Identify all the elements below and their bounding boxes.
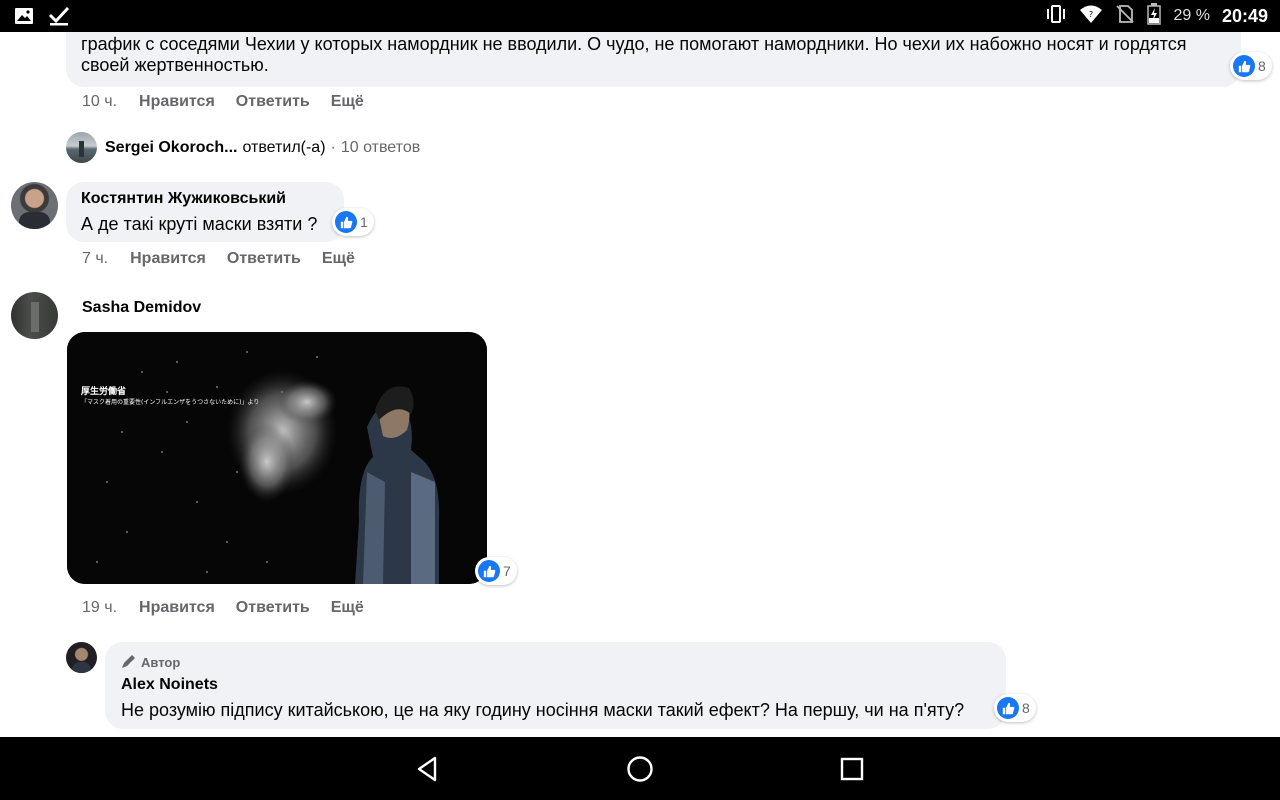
media-artwork — [67, 332, 487, 584]
reaction-count: 8 — [1022, 700, 1030, 716]
reaction-badge[interactable]: 8 — [1230, 52, 1272, 80]
comment-time[interactable]: 7 ч. — [82, 250, 108, 268]
back-icon[interactable] — [410, 751, 446, 787]
comment-media-image[interactable]: 厚生労働省 「マスク着用の重要性(インフルエンザをうつさないために)」より — [67, 332, 487, 584]
recents-icon[interactable] — [834, 751, 870, 787]
status-bar: ? 29 % 20:49 — [0, 0, 1280, 32]
comment-bubble[interactable]: график с соседями Чехии у которых наморд… — [66, 32, 1241, 87]
comment-time[interactable]: 10 ч. — [82, 93, 117, 111]
comment-text: график с соседями Чехии у которых наморд… — [81, 34, 1187, 75]
reaction-count: 7 — [503, 563, 511, 579]
like-icon — [997, 697, 1019, 719]
reaction-count: 1 — [360, 214, 368, 230]
battery-icon — [1147, 2, 1162, 30]
comment-actions: 19 ч. Нравится Ответить Ещё — [82, 599, 385, 617]
like-icon — [1233, 55, 1255, 77]
author-badge: Автор — [121, 653, 180, 672]
like-button[interactable]: Нравится — [139, 599, 215, 617]
avatar[interactable] — [11, 182, 58, 229]
comment-time[interactable]: 19 ч. — [82, 599, 117, 617]
pencil-icon — [121, 653, 137, 672]
media-caption-line1: 厚生労働省 — [81, 387, 127, 397]
like-button[interactable]: Нравится — [139, 93, 215, 111]
more-button[interactable]: Ещё — [331, 93, 364, 111]
comment-bubble[interactable]: Автор Alex Noinets Не розумію підпису ки… — [105, 642, 1006, 729]
reply-button[interactable]: Ответить — [236, 599, 310, 617]
like-icon — [335, 211, 357, 233]
comment-author[interactable]: Alex Noinets — [121, 676, 218, 694]
clock: 20:49 — [1221, 5, 1268, 26]
reply-button[interactable]: Ответить — [227, 250, 301, 268]
comment-text: Не розумію підпису китайською, це на яку… — [121, 700, 965, 720]
like-button[interactable]: Нравится — [130, 250, 206, 268]
comment-bubble[interactable]: Костянтин Жужиковський А де такі круті м… — [66, 182, 344, 242]
comment-author[interactable]: Костянтин Жужиковський — [81, 190, 286, 208]
comment-actions: 7 ч. Нравится Ответить Ещё — [82, 250, 376, 268]
reaction-badge[interactable]: 1 — [332, 208, 374, 236]
check-icon — [48, 6, 70, 31]
avatar — [66, 132, 97, 163]
home-icon[interactable] — [622, 751, 658, 787]
wifi-icon: ? — [1079, 4, 1103, 29]
vibrate-icon — [1045, 4, 1067, 29]
reply-author[interactable]: Sergei Okoroch... — [105, 139, 237, 157]
avatar[interactable] — [11, 292, 58, 339]
author-badge-label: Автор — [141, 655, 181, 670]
navigation-bar — [0, 737, 1280, 800]
reaction-badge[interactable]: 7 — [475, 557, 517, 585]
more-button[interactable]: Ещё — [331, 599, 364, 617]
reply-verb: ответил(-а) — [242, 138, 326, 156]
reaction-badge[interactable]: 8 — [994, 694, 1036, 722]
reaction-count: 8 — [1258, 58, 1266, 74]
comments-feed[interactable]: график с соседями Чехии у которых наморд… — [0, 32, 1280, 737]
image-icon — [14, 6, 34, 31]
view-replies[interactable]: Sergei Okoroch... ответил(-а) · 10 ответ… — [66, 132, 420, 163]
reply-separator: · — [330, 138, 336, 156]
more-button[interactable]: Ещё — [322, 250, 355, 268]
avatar[interactable] — [66, 642, 97, 673]
no-sim-icon — [1115, 4, 1135, 29]
battery-percent: 29 % — [1173, 7, 1210, 24]
like-icon — [478, 560, 500, 582]
reply-button[interactable]: Ответить — [236, 93, 310, 111]
comment-author[interactable]: Sasha Demidov — [82, 299, 201, 317]
svg-text:?: ? — [1089, 10, 1093, 19]
replies-count[interactable]: 10 ответов — [341, 139, 420, 157]
comment-text: А де такі круті маски взяти ? — [81, 214, 318, 234]
media-caption: 厚生労働省 「マスク着用の重要性(インフルエンザをうつさないために)」より — [81, 384, 281, 406]
media-caption-line2: 「マスク着用の重要性(インフルエンザをうつさないために)」より — [81, 399, 260, 406]
comment-actions: 10 ч. Нравится Ответить Ещё — [82, 93, 385, 111]
